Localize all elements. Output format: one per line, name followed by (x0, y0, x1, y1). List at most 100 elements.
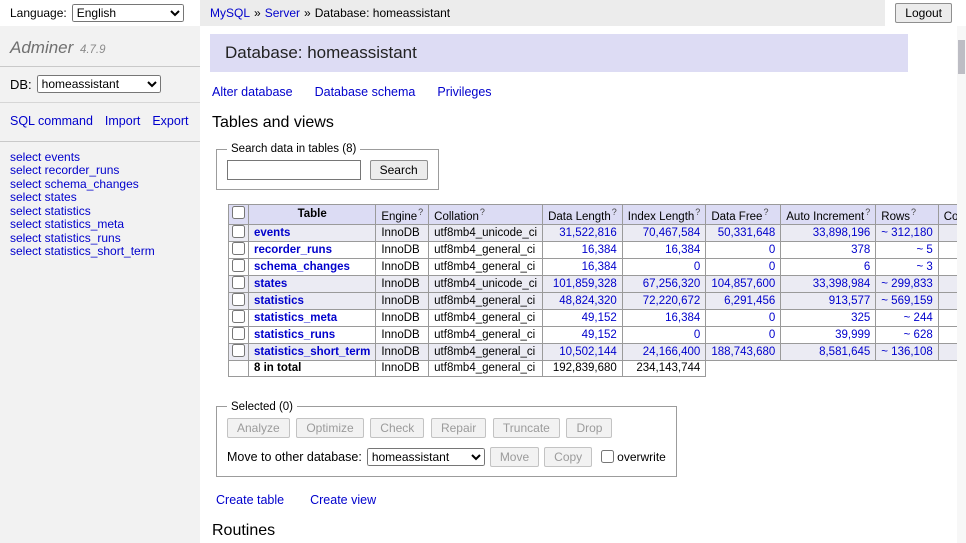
table-name-link[interactable]: states (254, 278, 287, 290)
row-checkbox[interactable] (232, 225, 245, 238)
index-length-link[interactable]: 24,166,400 (643, 346, 701, 358)
breadcrumb-item[interactable]: Server (265, 6, 300, 20)
help-icon[interactable]: ? (911, 207, 916, 217)
overwrite-checkbox[interactable] (601, 450, 614, 463)
sidebar-command-link[interactable]: Import (105, 114, 140, 128)
sidebar-command-link[interactable]: Export (152, 114, 188, 128)
db-select[interactable]: homeassistant (37, 75, 161, 93)
db-action-link[interactable]: Privileges (437, 85, 491, 99)
index-length-link[interactable]: 16,384 (665, 312, 700, 324)
create-link[interactable]: Create view (310, 493, 376, 507)
data-free-link[interactable]: 0 (769, 329, 775, 341)
sidebar-select-link[interactable]: select events (10, 151, 190, 164)
rows-link[interactable]: ~ 569,159 (881, 295, 932, 307)
data-length-link[interactable]: 49,152 (582, 329, 617, 341)
help-icon[interactable]: ? (695, 207, 700, 217)
help-icon[interactable]: ? (418, 207, 423, 217)
table-engine: InnoDB (376, 258, 429, 275)
db-action-link[interactable]: Alter database (212, 85, 293, 99)
data-free-link[interactable]: 0 (769, 312, 775, 324)
data-length-link[interactable]: 10,502,144 (559, 346, 617, 358)
data-length-link[interactable]: 16,384 (582, 261, 617, 273)
sidebar-select-link[interactable]: select statistics_runs (10, 232, 190, 245)
auto-increment-link[interactable]: 33,398,984 (813, 278, 871, 290)
sidebar-select-link[interactable]: select states (10, 191, 190, 204)
row-checkbox[interactable] (232, 293, 245, 306)
table-name-link[interactable]: schema_changes (254, 261, 350, 273)
copy-button[interactable]: Copy (544, 447, 592, 467)
data-length-link[interactable]: 16,384 (582, 244, 617, 256)
check-button[interactable]: Check (370, 418, 424, 438)
index-length-link[interactable]: 16,384 (665, 244, 700, 256)
create-link[interactable]: Create table (216, 493, 284, 507)
auto-increment-link[interactable]: 8,581,645 (819, 346, 870, 358)
rows-link[interactable]: ~ 299,833 (881, 278, 932, 290)
help-icon[interactable]: ? (865, 207, 870, 217)
tables-header-row: TableEngine?Collation?Data Length?Index … (229, 205, 966, 225)
rows-link[interactable]: ~ 628 (904, 329, 933, 341)
sidebar-select-link[interactable]: select schema_changes (10, 178, 190, 191)
breadcrumb-item[interactable]: MySQL (210, 6, 250, 20)
auto-increment-link[interactable]: 33,898,196 (813, 227, 871, 239)
index-length-link[interactable]: 67,256,320 (643, 278, 701, 290)
scrollbar-thumb[interactable] (958, 40, 965, 74)
help-icon[interactable]: ? (763, 207, 768, 217)
analyze-button[interactable]: Analyze (227, 418, 290, 438)
row-checkbox[interactable] (232, 344, 245, 357)
data-free-link[interactable]: 6,291,456 (724, 295, 775, 307)
move-db-select[interactable]: homeassistant (367, 448, 485, 466)
row-checkbox[interactable] (232, 259, 245, 272)
sidebar-select-link[interactable]: select statistics_short_term (10, 245, 190, 258)
optimize-button[interactable]: Optimize (296, 418, 363, 438)
logout-button[interactable]: Logout (895, 3, 952, 23)
data-free-link[interactable]: 104,857,600 (711, 278, 775, 290)
sidebar-command-link[interactable]: SQL command (10, 114, 93, 128)
search-button[interactable]: Search (370, 160, 428, 180)
data-length-link[interactable]: 101,859,328 (553, 278, 617, 290)
data-free-link[interactable]: 188,743,680 (711, 346, 775, 358)
table-name-link[interactable]: statistics_short_term (254, 346, 370, 358)
auto-increment-link[interactable]: 378 (851, 244, 870, 256)
rows-link[interactable]: ~ 136,108 (881, 346, 932, 358)
db-action-link[interactable]: Database schema (315, 85, 416, 99)
auto-increment-link[interactable]: 325 (851, 312, 870, 324)
sidebar-select-link[interactable]: select recorder_runs (10, 164, 190, 177)
rows-link[interactable]: ~ 3 (916, 261, 932, 273)
rows-link[interactable]: ~ 312,180 (881, 227, 932, 239)
help-icon[interactable]: ? (612, 207, 617, 217)
index-length-link[interactable]: 0 (694, 261, 700, 273)
rows-link[interactable]: ~ 5 (916, 244, 932, 256)
move-button[interactable]: Move (490, 447, 539, 467)
row-checkbox[interactable] (232, 276, 245, 289)
data-length-link[interactable]: 49,152 (582, 312, 617, 324)
index-length-link[interactable]: 72,220,672 (643, 295, 701, 307)
select-all-checkbox[interactable] (232, 206, 245, 219)
table-name-link[interactable]: statistics_meta (254, 312, 337, 324)
auto-increment-link[interactable]: 39,999 (835, 329, 870, 341)
data-free-link[interactable]: 0 (769, 261, 775, 273)
data-length-link[interactable]: 48,824,320 (559, 295, 617, 307)
index-length-link[interactable]: 70,467,584 (643, 227, 701, 239)
rows-link[interactable]: ~ 244 (904, 312, 933, 324)
help-icon[interactable]: ? (480, 207, 485, 217)
table-name-link[interactable]: recorder_runs (254, 244, 332, 256)
repair-button[interactable]: Repair (431, 418, 486, 438)
auto-increment-link[interactable]: 913,577 (829, 295, 871, 307)
data-length-link[interactable]: 31,522,816 (559, 227, 617, 239)
truncate-button[interactable]: Truncate (493, 418, 560, 438)
data-free-link[interactable]: 50,331,648 (718, 227, 776, 239)
row-checkbox[interactable] (232, 327, 245, 340)
row-checkbox[interactable] (232, 310, 245, 323)
search-input[interactable] (227, 160, 361, 180)
table-name-link[interactable]: events (254, 227, 290, 239)
row-checkbox[interactable] (232, 242, 245, 255)
auto-increment-link[interactable]: 6 (864, 261, 870, 273)
table-name-link[interactable]: statistics (254, 295, 304, 307)
sidebar-select-link[interactable]: select statistics_meta (10, 218, 190, 231)
sidebar-select-link[interactable]: select statistics (10, 205, 190, 218)
index-length-link[interactable]: 0 (694, 329, 700, 341)
language-select[interactable]: English (72, 4, 184, 22)
table-name-link[interactable]: statistics_runs (254, 329, 335, 341)
drop-button[interactable]: Drop (566, 418, 612, 438)
data-free-link[interactable]: 0 (769, 244, 775, 256)
